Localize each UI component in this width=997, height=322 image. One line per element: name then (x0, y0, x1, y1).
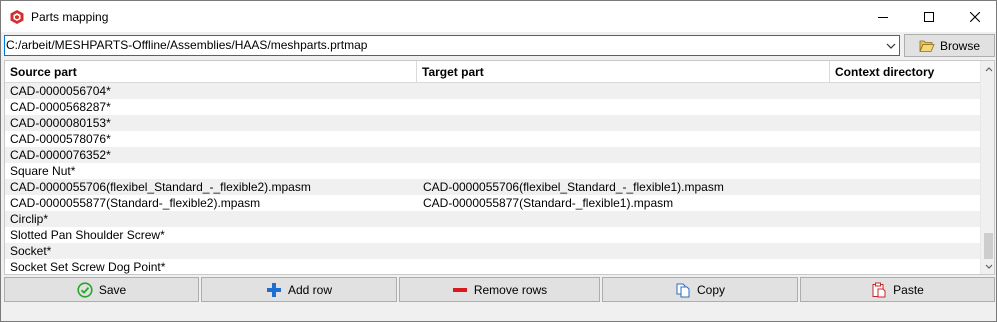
window-title: Parts mapping (31, 10, 109, 24)
table-row[interactable]: CAD-0000578076* (5, 131, 980, 147)
target-part-cell[interactable] (423, 259, 828, 274)
context-directory-cell[interactable] (836, 99, 976, 115)
table-header: Source part Target part Context director… (5, 61, 980, 83)
target-part-cell[interactable] (423, 99, 828, 115)
source-part-cell[interactable]: CAD-0000076352* (10, 147, 415, 163)
copy-button[interactable]: Copy (602, 277, 798, 302)
browse-button[interactable]: Browse (904, 34, 995, 57)
target-part-cell[interactable] (423, 211, 828, 227)
scroll-up-button[interactable] (981, 61, 994, 76)
table-row[interactable]: CAD-0000055706(flexibel_Standard_-_flexi… (5, 179, 980, 195)
check-circle-icon (77, 281, 93, 298)
column-header-context-directory[interactable]: Context directory (830, 61, 980, 83)
target-part-cell[interactable] (423, 115, 828, 131)
copy-icon (676, 283, 690, 297)
target-part-cell[interactable]: CAD-0000055706(flexibel_Standard_-_flexi… (423, 179, 828, 195)
target-part-cell[interactable] (423, 131, 828, 147)
chevron-up-icon (985, 66, 992, 71)
browse-label: Browse (939, 38, 980, 53)
table-row[interactable]: CAD-0000568287* (5, 99, 980, 115)
source-part-cell[interactable]: CAD-0000056704* (10, 83, 415, 99)
close-button[interactable] (952, 1, 997, 32)
column-header-target-part[interactable]: Target part (417, 61, 830, 83)
mapping-file-path-value[interactable]: C:/arbeit/MESHPARTS-Offline/Assemblies/H… (6, 38, 367, 53)
scroll-down-button[interactable] (981, 259, 994, 274)
source-part-cell[interactable]: CAD-0000080153* (10, 115, 415, 131)
source-part-cell[interactable]: Socket* (10, 243, 415, 259)
context-directory-cell[interactable] (836, 83, 976, 99)
source-part-cell[interactable]: CAD-0000568287* (10, 99, 415, 115)
status-bar (1, 303, 996, 321)
action-button-bar: Save Add row Remove rows Copy Paste (1, 277, 997, 302)
save-label: Save (98, 282, 127, 297)
paste-icon (872, 282, 886, 297)
target-part-cell[interactable] (423, 243, 828, 259)
source-part-cell[interactable]: Slotted Pan Shoulder Screw* (10, 227, 415, 243)
title-bar: Parts mapping (1, 1, 996, 32)
paste-button[interactable]: Paste (800, 277, 995, 302)
add-row-label: Add row (287, 282, 333, 297)
chevron-down-icon (985, 264, 992, 269)
save-button[interactable]: Save (4, 277, 199, 302)
column-header-source-part[interactable]: Source part (5, 61, 417, 83)
minimize-button[interactable] (860, 1, 906, 32)
minimize-icon (878, 16, 888, 18)
chevron-down-icon[interactable] (885, 41, 897, 51)
target-part-cell[interactable] (423, 147, 828, 163)
context-directory-cell[interactable] (836, 115, 976, 131)
close-icon (970, 11, 980, 22)
table-row[interactable]: CAD-0000056704* (5, 83, 980, 99)
table-row[interactable]: Socket* (5, 243, 980, 259)
source-part-cell[interactable]: CAD-0000055706(flexibel_Standard_-_flexi… (10, 179, 415, 195)
source-part-cell[interactable]: Socket Set Screw Dog Point* (10, 259, 415, 274)
context-directory-cell[interactable] (836, 147, 976, 163)
context-directory-cell[interactable] (836, 179, 976, 195)
remove-rows-button[interactable]: Remove rows (399, 277, 600, 302)
scrollbar-thumb[interactable] (984, 233, 993, 259)
context-directory-cell[interactable] (836, 211, 976, 227)
context-directory-cell[interactable] (836, 131, 976, 147)
context-directory-cell[interactable] (836, 163, 976, 179)
table-row[interactable]: Socket Set Screw Dog Point* (5, 259, 980, 274)
maximize-icon (924, 11, 934, 22)
paste-label: Paste (893, 282, 924, 297)
remove-rows-label: Remove rows (473, 282, 548, 297)
target-part-cell[interactable] (423, 227, 828, 243)
maximize-button[interactable] (906, 1, 952, 32)
target-part-cell[interactable] (423, 83, 828, 99)
folder-open-icon (919, 40, 935, 52)
parts-mapping-table[interactable]: Source part Target part Context director… (4, 60, 995, 275)
parts-mapping-window: Parts mapping C:/arbeit/MESHPARTS-Offlin… (0, 0, 997, 322)
copy-label: Copy (696, 282, 725, 297)
target-part-cell[interactable]: CAD-0000055877(Standard-_flexible1).mpas… (423, 195, 828, 211)
source-part-cell[interactable]: CAD-0000055877(Standard-_flexible2).mpas… (10, 195, 415, 211)
table-body: CAD-0000056704* CAD-0000568287* CAD-0000… (5, 83, 980, 274)
table-row[interactable]: Circlip* (5, 211, 980, 227)
mapping-file-path-combobox[interactable]: C:/arbeit/MESHPARTS-Offline/Assemblies/H… (4, 35, 900, 56)
table-row[interactable]: CAD-0000076352* (5, 147, 980, 163)
source-part-cell[interactable]: Circlip* (10, 211, 415, 227)
source-part-cell[interactable]: Square Nut* (10, 163, 415, 179)
table-row[interactable]: CAD-0000055877(Standard-_flexible2).mpas… (5, 195, 980, 211)
plus-icon (266, 282, 281, 297)
meshparts-app-icon (10, 10, 24, 24)
context-directory-cell[interactable] (836, 227, 976, 243)
table-row[interactable]: Square Nut* (5, 163, 980, 179)
table-row[interactable]: Slotted Pan Shoulder Screw* (5, 227, 980, 243)
add-row-button[interactable]: Add row (201, 277, 397, 302)
context-directory-cell[interactable] (836, 195, 976, 211)
context-directory-cell[interactable] (836, 243, 976, 259)
context-directory-cell[interactable] (836, 259, 976, 274)
vertical-scrollbar[interactable] (980, 61, 994, 274)
minus-icon (452, 287, 467, 292)
source-part-cell[interactable]: CAD-0000578076* (10, 131, 415, 147)
table-row[interactable]: CAD-0000080153* (5, 115, 980, 131)
target-part-cell[interactable] (423, 163, 828, 179)
